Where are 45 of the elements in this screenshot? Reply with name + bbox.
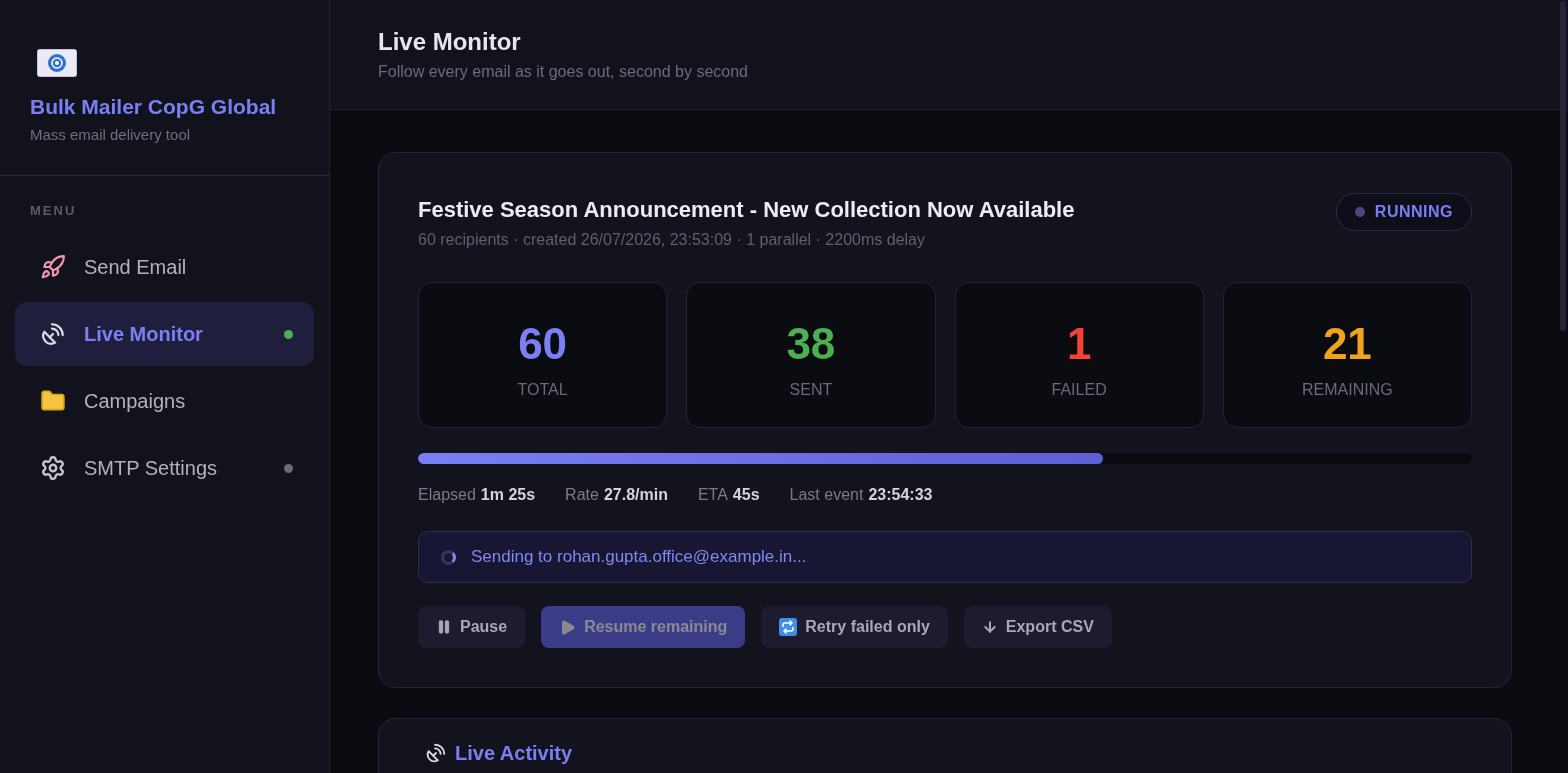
metric-label: Last event	[789, 485, 864, 505]
metric-label: ETA	[697, 485, 728, 505]
nav-item[interactable]: Send Email	[15, 235, 314, 299]
retry-button[interactable]: Retry failed only	[761, 606, 948, 648]
metric-value: 23:54:33	[868, 485, 933, 505]
stat-value: 60	[518, 318, 568, 370]
sending-status-text: Sending to rohan.gupta.office@example.in...	[471, 547, 807, 567]
spinner-icon	[441, 549, 456, 565]
campaign-title: Festive Season Announcement - New Collection Now Available	[418, 196, 1075, 224]
stat-value: 1	[1066, 318, 1092, 370]
app-subtitle: Mass email delivery tool	[30, 125, 191, 145]
metric-label: Rate	[565, 485, 599, 505]
metric-value: 27.8/min	[603, 485, 668, 505]
pause-button[interactable]: Pause	[418, 606, 526, 648]
folder-icon	[40, 388, 66, 414]
repeat-icon	[779, 618, 798, 636]
nav-item[interactable]: Campaigns	[15, 369, 314, 433]
section-title: Live Activity	[455, 741, 573, 765]
metric-value: 45s	[732, 485, 760, 505]
status-label: RUNNING	[1374, 203, 1453, 221]
status-dot-icon	[1354, 207, 1365, 217]
campaign-details: 60 recipients · created 26/07/2026, 23:53:09 · 1 parallel · 2200ms delay	[418, 230, 925, 250]
metric-value: 1m 25s	[480, 485, 536, 505]
play-icon	[559, 618, 577, 636]
export-button[interactable]: Export CSV	[963, 606, 1112, 648]
stat-value: 38	[786, 318, 836, 370]
page-subtitle: Follow every email as it goes out, second by second	[378, 61, 748, 82]
pause-icon	[436, 619, 452, 635]
stat-label: SENT	[789, 380, 833, 400]
app-title: Bulk Mailer CopG Global	[30, 94, 277, 120]
scrollbar-thumb[interactable]	[1560, 1, 1566, 331]
satellite-dish-icon	[425, 742, 447, 764]
metric-label: Elapsed	[418, 485, 476, 505]
nav-item[interactable]: SMTP Settings	[15, 436, 314, 500]
gear-icon	[40, 455, 66, 481]
rocket-icon	[40, 254, 66, 280]
stat-label: REMAINING	[1302, 380, 1393, 400]
envelope-icon	[37, 49, 77, 77]
stat-value: 21	[1322, 318, 1372, 370]
satellite-dish-icon	[40, 321, 66, 347]
menu-heading: MENU	[29, 202, 78, 219]
nav-item[interactable]: Live Monitor	[15, 302, 314, 366]
stat-label: TOTAL	[517, 380, 568, 400]
stat-label: FAILED	[1051, 380, 1107, 400]
page-title: Live Monitor	[378, 26, 521, 57]
